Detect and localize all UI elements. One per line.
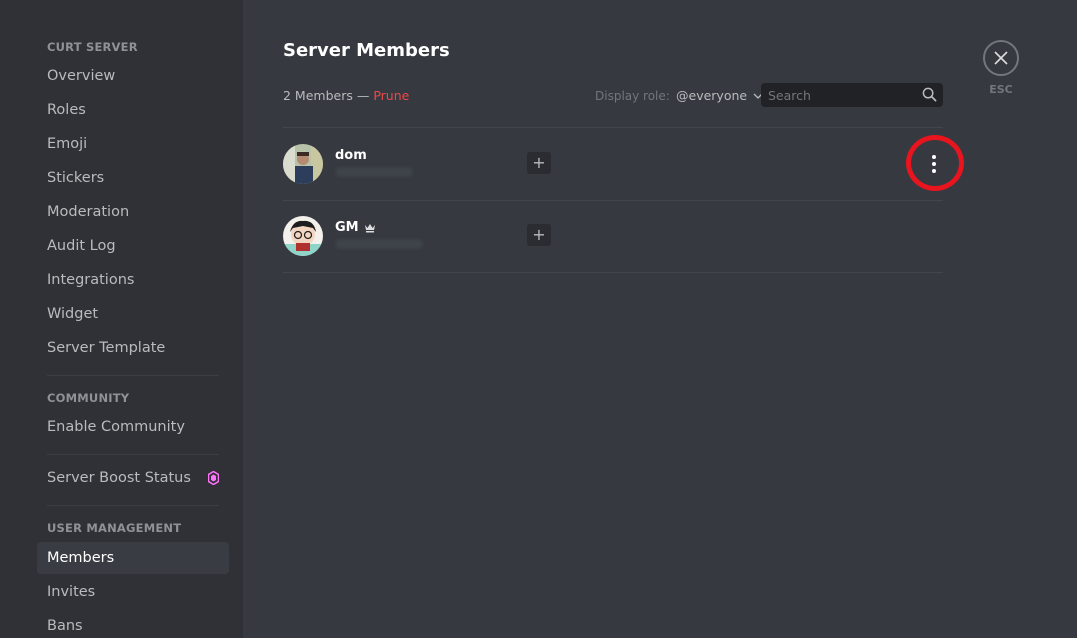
sidebar-item-members[interactable]: Members: [37, 542, 229, 574]
boost-gem-icon: [208, 471, 219, 485]
sidebar-item-emoji[interactable]: Emoji: [37, 128, 229, 160]
settings-sidebar: CURT SERVER Overview Roles Emoji Sticker…: [0, 0, 243, 638]
sidebar-item-overview[interactable]: Overview: [37, 60, 229, 92]
sidebar-item-server-boost-status[interactable]: Server Boost Status: [37, 462, 229, 494]
dot: [932, 162, 936, 166]
member-row[interactable]: GM +: [283, 200, 943, 272]
member-name: dom: [335, 148, 367, 163]
avatar[interactable]: [283, 144, 323, 184]
sidebar-divider: [47, 375, 219, 376]
member-tag-blurred: [335, 167, 413, 177]
sidebar-item-server-template[interactable]: Server Template: [37, 332, 229, 364]
prune-link[interactable]: Prune: [373, 88, 409, 103]
display-role-label: Display role:: [595, 89, 670, 103]
member-username: dom: [335, 148, 367, 163]
avatar-image-gm: [283, 216, 323, 256]
sidebar-divider: [47, 505, 219, 506]
dot: [932, 169, 936, 173]
sidebar-item-roles[interactable]: Roles: [37, 94, 229, 126]
section-header-community: COMMUNITY: [47, 391, 130, 405]
sidebar-item-integrations[interactable]: Integrations: [37, 264, 229, 296]
member-row[interactable]: dom +: [283, 128, 943, 200]
member-tag-blurred: [335, 239, 423, 249]
dot: [932, 155, 936, 159]
member-count-text: 2 Members: [283, 88, 353, 103]
sidebar-item-label: Server Boost Status: [47, 470, 191, 486]
plus-icon: +: [532, 153, 546, 172]
sidebar-item-moderation[interactable]: Moderation: [37, 196, 229, 228]
search-box: [761, 83, 943, 107]
plus-icon: +: [532, 225, 546, 244]
add-role-button[interactable]: +: [527, 224, 551, 246]
avatar-image-dom: [283, 144, 323, 184]
sidebar-item-invites[interactable]: Invites: [37, 576, 229, 608]
member-username: GM: [335, 220, 359, 235]
section-header-user-management: USER MANAGEMENT: [47, 521, 182, 535]
page-title: Server Members: [283, 40, 450, 61]
more-options-button[interactable]: [924, 152, 944, 176]
esc-label: ESC: [989, 83, 1013, 96]
sidebar-item-stickers[interactable]: Stickers: [37, 162, 229, 194]
avatar[interactable]: [283, 216, 323, 256]
sidebar-item-audit-log[interactable]: Audit Log: [37, 230, 229, 262]
sidebar-divider: [47, 454, 219, 455]
sidebar-item-enable-community[interactable]: Enable Community: [37, 411, 229, 443]
separator: —: [352, 88, 374, 103]
list-divider: [283, 272, 943, 273]
member-count: 2 Members — Prune: [283, 88, 409, 103]
display-role-value: @everyone: [676, 88, 748, 103]
sidebar-item-widget[interactable]: Widget: [37, 298, 229, 330]
add-role-button[interactable]: +: [527, 152, 551, 174]
crown-icon: [364, 223, 375, 232]
search-input[interactable]: [761, 83, 921, 107]
sidebar-item-bans[interactable]: Bans: [37, 610, 229, 638]
search-icon[interactable]: [922, 87, 937, 102]
close-button[interactable]: [983, 40, 1019, 76]
close-icon: [994, 51, 1008, 65]
display-role-dropdown[interactable]: @everyone: [676, 88, 763, 103]
member-name: GM: [335, 220, 376, 235]
section-header-server: CURT SERVER: [47, 40, 138, 54]
